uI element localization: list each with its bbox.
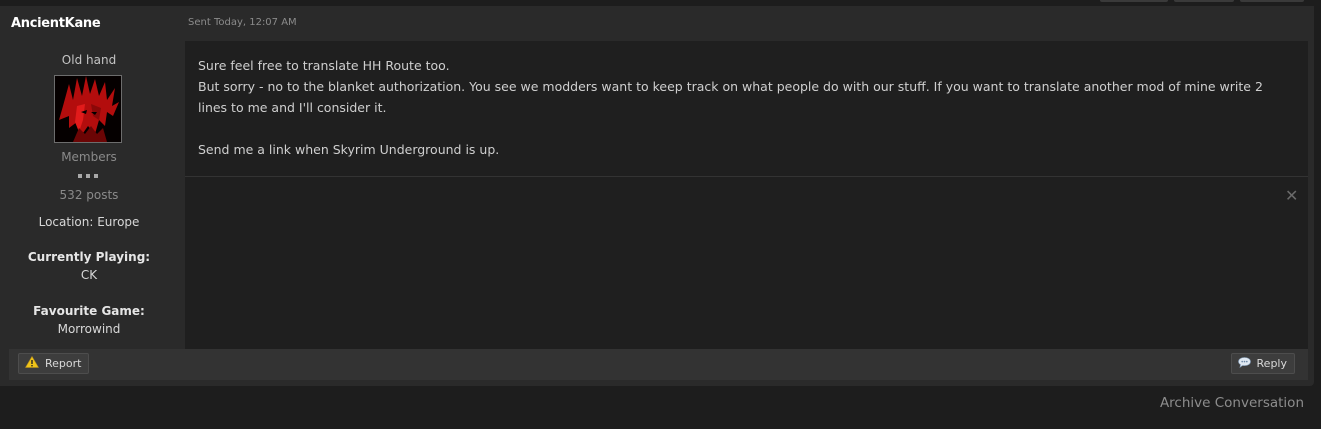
- report-button[interactable]: Report: [18, 353, 90, 374]
- author-name-link[interactable]: AncientKane: [11, 16, 101, 31]
- author-rank: Old hand: [61, 53, 117, 67]
- currently-playing-value: CK: [80, 268, 98, 282]
- speech-bubble-icon: [1237, 356, 1251, 371]
- post-count: 532 posts: [59, 188, 119, 202]
- warning-icon: [24, 355, 40, 371]
- favourite-game-value: Morrowind: [57, 322, 121, 336]
- reply-button[interactable]: Reply: [1230, 353, 1295, 374]
- message-line: But sorry - no to the blanket authorizat…: [198, 79, 1263, 115]
- top-toolbar-stub: [1100, 0, 1168, 2]
- member-group: Members: [61, 150, 117, 164]
- reply-label: Reply: [1256, 357, 1287, 370]
- message-line: Sure feel free to translate HH Route too…: [198, 58, 450, 73]
- message-date: Sent Today, 12:07 AM: [188, 17, 297, 28]
- post-controls-bar: Report Reply: [9, 349, 1308, 380]
- author-location: Location: Europe: [38, 215, 140, 229]
- top-toolbar-stub: [1174, 0, 1234, 2]
- message-body: Sure feel free to translate HH Route too…: [198, 55, 1293, 160]
- archive-conversation-link[interactable]: Archive Conversation: [1160, 395, 1304, 411]
- message-line: Send me a link when Skyrim Underground i…: [198, 142, 500, 157]
- avatar-image: [55, 76, 121, 142]
- rank-pips: [78, 174, 102, 180]
- message-body-panel: Sure feel free to translate HH Route too…: [185, 41, 1308, 349]
- favourite-game-label: Favourite Game:: [33, 304, 145, 318]
- close-icon[interactable]: ✕: [1285, 186, 1298, 205]
- currently-playing-label: Currently Playing:: [27, 250, 151, 264]
- signature-divider: [185, 176, 1308, 177]
- report-label: Report: [45, 357, 82, 370]
- author-info-panel: AncientKane Old hand Members 532 posts L…: [0, 6, 178, 349]
- top-toolbar-stub: [1240, 0, 1304, 2]
- message-post: AncientKane Old hand Members 532 posts L…: [0, 6, 1314, 386]
- avatar[interactable]: [54, 75, 122, 143]
